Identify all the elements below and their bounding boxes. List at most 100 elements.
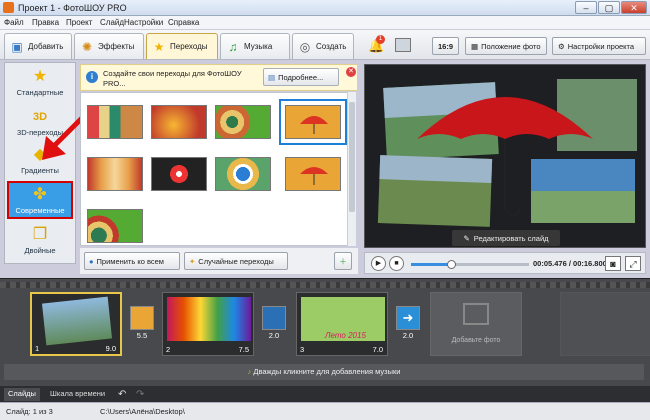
preview-image (365, 65, 645, 247)
aspect-ratio-button[interactable]: 16:9 (432, 37, 460, 55)
transition-slot[interactable] (262, 306, 286, 330)
slide-thumbnail (167, 297, 251, 341)
pencil-icon: ✎ (463, 233, 470, 243)
menu-file[interactable]: Файл (4, 18, 24, 27)
app-icon (3, 2, 14, 13)
close-button[interactable]: ✕ (621, 1, 647, 14)
slide-preview (364, 64, 646, 248)
slide-duration: 7.5 (238, 345, 249, 354)
transition-thumbnail[interactable] (151, 157, 207, 191)
arrow-transition-icon[interactable]: ➜ (396, 306, 420, 330)
tab-timeline[interactable]: Шкала времени (46, 388, 109, 401)
undo-icon[interactable]: ↶ (114, 388, 130, 401)
add-transition-icon[interactable]: ＋ (334, 252, 352, 270)
transition-thumbnail[interactable] (285, 157, 341, 191)
transition-thumbnail[interactable] (215, 105, 271, 139)
transition-thumbnail[interactable] (87, 209, 143, 243)
star-icon: ★ (32, 68, 48, 85)
tab-create[interactable]: ◎ Создать (292, 33, 354, 59)
time-display: 00:05.476 / 00:16.800 (533, 259, 607, 268)
scrollbar-thumb[interactable] (349, 102, 355, 212)
more-button[interactable]: ▤ Подробнее... (263, 68, 339, 86)
edit-slide-label: Редактировать слайд (473, 233, 549, 243)
random-transitions-button[interactable]: ✦ Случайные переходы (184, 252, 288, 270)
slide-caption: Лето 2015 (325, 331, 366, 340)
project-settings-label: Настройки проекта (567, 41, 635, 51)
tab-slides[interactable]: Слайды (4, 388, 40, 401)
photo-position-button[interactable]: ▦ Положение фото (465, 37, 547, 55)
add-photo-placeholder[interactable]: Добавьте фото (430, 292, 522, 356)
slide-3[interactable]: Лето 2015 3 7.0 (296, 292, 388, 356)
empty-slide-slot (560, 292, 650, 356)
fullscreen-icon[interactable]: ⤢ (625, 256, 641, 271)
slide-number: 2 (166, 345, 171, 354)
seek-handle[interactable] (447, 260, 456, 269)
music-hint: Дважды кликните для добавления музыки (253, 367, 401, 376)
slide-status: Слайд: 1 из 3 (6, 407, 53, 416)
random-label: Случайные переходы (198, 256, 274, 266)
close-tip-icon[interactable]: ✕ (346, 67, 356, 77)
tab-effects-label: Эффекты (98, 42, 135, 51)
add-photo-icon: ▣ (11, 39, 23, 54)
project-settings-button[interactable]: ⚙ Настройки проекта (552, 37, 646, 55)
star-icon: ★ (153, 39, 165, 54)
tab-transitions-label: Переходы (170, 42, 208, 51)
tab-effects[interactable]: ✺ Эффекты (74, 33, 144, 59)
transition-slot[interactable] (130, 306, 154, 330)
tip-text: Создайте свои переходы для ФотоШОУ PRO..… (103, 69, 242, 88)
gallery-icon[interactable] (395, 38, 411, 52)
maximize-button[interactable]: ▢ (598, 1, 620, 14)
category-modern[interactable]: ✤ Современные (7, 181, 73, 219)
image-placeholder-icon (463, 303, 489, 325)
menu-edit[interactable]: Правка (32, 18, 59, 27)
main-toolbar: ▣ Добавить ✺ Эффекты ★ Переходы ♫ Музыка… (0, 30, 650, 60)
play-button[interactable]: ▶ (371, 256, 386, 271)
camera-icon[interactable]: ◙ (605, 256, 621, 271)
menu-settings[interactable]: Настройки (124, 18, 163, 27)
transition-thumbnail[interactable] (151, 105, 207, 139)
title-bar: Проект 1 - ФотоШОУ PRO – ▢ ✕ (0, 0, 650, 16)
transition-duration: 2.0 (402, 331, 414, 340)
seek-bar[interactable] (411, 260, 529, 269)
category-label: Современные (15, 206, 65, 215)
slide-2[interactable]: 2 7.5 (162, 292, 254, 356)
umbrella-icon (300, 116, 328, 134)
more-label: Подробнее... (278, 72, 324, 82)
minimize-button[interactable]: – (575, 1, 597, 14)
tab-add[interactable]: ▣ Добавить (4, 33, 72, 59)
apply-all-button[interactable]: ● Применить ко всем (84, 252, 180, 270)
transition-thumbnail[interactable] (215, 157, 271, 191)
grid-scrollbar[interactable] (347, 92, 356, 246)
slide-duration: 7.0 (372, 345, 383, 354)
tip-banner: i Создайте свои переходы для ФотоШОУ PRO… (80, 64, 358, 91)
tab-add-label: Добавить (28, 42, 64, 51)
umbrella-icon (300, 167, 328, 185)
menu-slide[interactable]: Слайд (100, 18, 124, 27)
film-strip-top (0, 282, 650, 288)
double-icon: ❐ (32, 226, 48, 243)
edit-slide-button[interactable]: ✎ Редактировать слайд (452, 230, 560, 246)
slide-thumbnail (41, 296, 113, 346)
player-controls: ▶ ■ 00:05.476 / 00:16.800 ◙ ⤢ (364, 252, 646, 274)
view-tabs: Слайды Шкала времени ↶ ↷ (0, 386, 650, 402)
music-track[interactable]: ♪ Дважды кликните для добавления музыки (4, 364, 644, 380)
stop-button[interactable]: ■ (389, 256, 404, 271)
slide-duration: 9.0 (105, 344, 116, 353)
slide-number: 3 (300, 345, 305, 354)
effects-icon: ✺ (81, 39, 93, 54)
tab-music-label: Музыка (244, 42, 273, 51)
transitions-grid (80, 92, 356, 246)
slide-1[interactable]: 1 9.0 (30, 292, 122, 356)
tab-music[interactable]: ♫ Музыка (220, 33, 290, 59)
tab-transitions[interactable]: ★ Переходы (146, 33, 218, 59)
dice-icon: ✦ (189, 256, 196, 266)
category-double[interactable]: ❐ Двойные (7, 223, 73, 261)
seek-progress (411, 263, 451, 266)
menu-help[interactable]: Справка (168, 18, 199, 27)
transition-thumbnail[interactable] (87, 157, 143, 191)
redo-icon[interactable]: ↷ (132, 388, 148, 401)
menu-project[interactable]: Проект (66, 18, 92, 27)
grid-actions: ● Применить ко всем ✦ Случайные переходы… (80, 248, 358, 274)
transition-thumbnail-selected[interactable] (279, 99, 347, 145)
transition-thumbnail[interactable] (87, 105, 143, 139)
